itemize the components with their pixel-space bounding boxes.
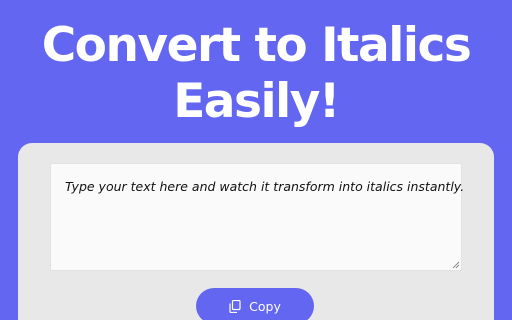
converter-card: Type your text here and watch it transfo… bbox=[18, 143, 494, 320]
copy-button[interactable]: Copy bbox=[196, 288, 314, 320]
text-input-content[interactable]: Type your text here and watch it transfo… bbox=[65, 179, 464, 194]
text-input-area[interactable]: Type your text here and watch it transfo… bbox=[50, 163, 464, 271]
copy-button-label: Copy bbox=[249, 298, 281, 314]
resize-handle-icon[interactable] bbox=[452, 261, 460, 269]
page-title-line-1: Convert to Italics bbox=[41, 18, 472, 73]
page-title-line-2: Easily! bbox=[173, 74, 340, 129]
copy-icon bbox=[229, 299, 241, 313]
page-title: Convert to Italics Easily! bbox=[0, 18, 512, 130]
